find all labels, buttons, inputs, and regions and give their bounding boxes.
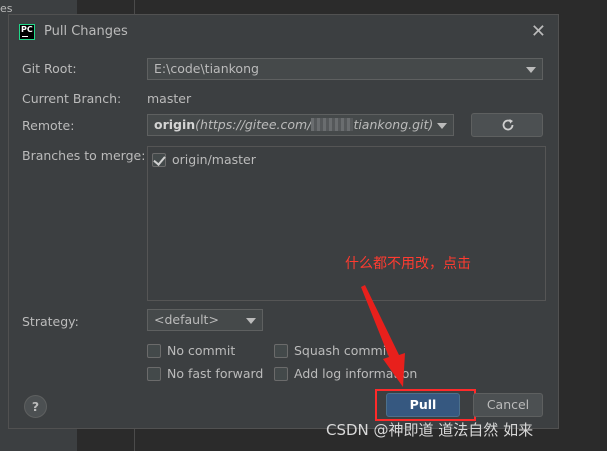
pull-button[interactable]: Pull [386, 393, 460, 417]
current-branch-label: Current Branch: [22, 91, 122, 106]
annotation-text: 什么都不用改，点击 [345, 256, 471, 272]
git-root-label: Git Root: [22, 61, 77, 76]
remote-select[interactable]: origin(https://gitee.com/tiankong.git) [147, 114, 454, 136]
list-item[interactable]: origin/master [152, 152, 256, 167]
refresh-remotes-button[interactable] [471, 113, 543, 137]
remote-name: origin [154, 117, 196, 132]
add-log-information-checkbox[interactable] [274, 367, 288, 381]
cancel-button[interactable]: Cancel [473, 393, 543, 417]
strategy-label: Strategy: [22, 314, 79, 329]
remote-url-end: tiankong.git) [353, 117, 434, 132]
dialog-titlebar: PC Pull Changes ✕ [9, 15, 558, 49]
no-commit-label: No commit [167, 343, 236, 358]
git-root-value: E:\code\tiankong [154, 61, 259, 76]
help-button[interactable]: ? [24, 395, 47, 418]
no-fast-forward-checkbox[interactable] [147, 367, 161, 381]
branches-label: Branches to merge: [22, 148, 146, 163]
remote-url-start: (https://gitee.com/ [195, 117, 312, 132]
strategy-value: <default> [154, 312, 219, 327]
no-fast-forward-option[interactable]: No fast forward [147, 366, 263, 381]
chevron-down-icon [246, 318, 256, 324]
chevron-down-icon [526, 67, 536, 73]
no-commit-option[interactable]: No commit [147, 343, 235, 358]
no-commit-checkbox[interactable] [147, 344, 161, 358]
watermark: CSDN @神即道 道法自然 如来 [326, 421, 534, 439]
current-branch-value: master [147, 91, 192, 106]
dialog-title: Pull Changes [44, 24, 128, 39]
refresh-icon [502, 119, 514, 131]
git-root-select[interactable]: E:\code\tiankong [147, 58, 543, 80]
strategy-select[interactable]: <default> [147, 309, 263, 331]
squash-commit-checkbox[interactable] [274, 344, 288, 358]
branches-list: origin/master [147, 146, 546, 301]
close-icon[interactable]: ✕ [531, 21, 546, 42]
branch-label: origin/master [172, 152, 256, 167]
pull-changes-dialog: PC Pull Changes ✕ Git Root: E:\code\tian… [8, 14, 559, 429]
pycharm-icon: PC [19, 24, 35, 40]
branch-checkbox[interactable] [152, 153, 166, 167]
no-fast-forward-label: No fast forward [167, 366, 264, 381]
redacted-username [311, 118, 354, 131]
chevron-down-icon [437, 123, 447, 129]
remote-label: Remote: [22, 118, 75, 133]
annotation-arrow [361, 285, 405, 387]
